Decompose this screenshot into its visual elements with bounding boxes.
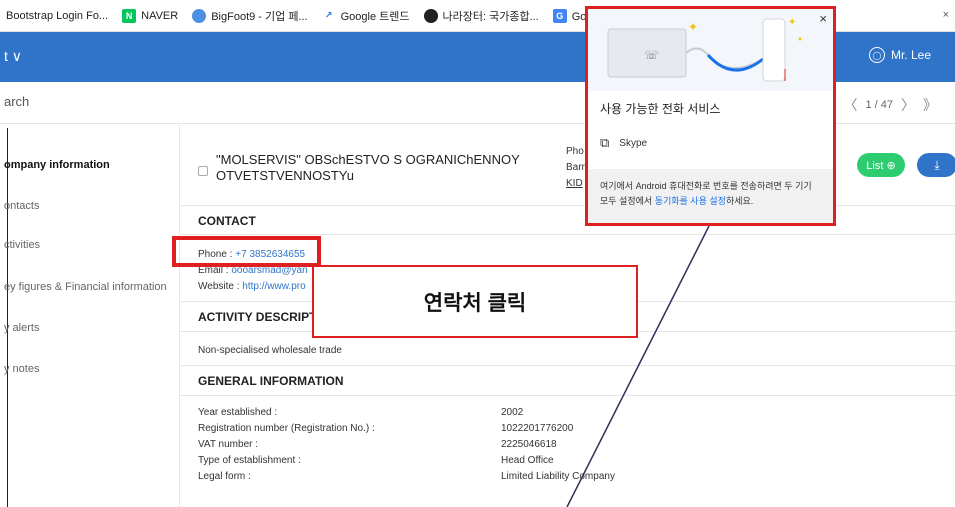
general-value: 1022201776200 — [501, 423, 574, 434]
divider — [181, 395, 955, 396]
header-menu[interactable]: t ∨ — [4, 48, 22, 65]
info-line: Pho — [566, 146, 584, 157]
sidebar-item-company-information[interactable]: ompany information — [4, 159, 110, 171]
popup-footer: 여기에서 Android 휴대전화로 번호를 전송하려면 두 기기 모두 설정에… — [588, 169, 833, 223]
user-name: Mr. Lee — [890, 48, 931, 62]
bookmark-trends[interactable]: ↗ Google 트렌드 — [322, 8, 410, 24]
list-button[interactable]: List ⊕ — [857, 153, 905, 177]
general-value: 2225046618 — [501, 439, 557, 450]
skype-option[interactable]: ⧉ Skype — [600, 135, 647, 151]
general-label: Type of establishment : — [198, 455, 301, 466]
footer-text-end: 하세요. — [725, 196, 754, 206]
phone-highlight-box — [172, 236, 321, 267]
sidebar-item-key-figures[interactable]: ey figures & Financial information — [4, 281, 167, 293]
contact-title: CONTACT — [198, 214, 256, 228]
bookmark-label: NAVER — [141, 9, 179, 22]
general-value: 2002 — [501, 407, 524, 418]
popup-title: 사용 가능한 전화 서비스 — [600, 102, 721, 116]
trends-icon: ↗ — [324, 10, 333, 20]
general-title: GENERAL INFORMATION — [198, 374, 344, 388]
sync-settings-link[interactable]: 동기화를 사용 설정 — [655, 196, 726, 206]
search-input[interactable] — [4, 94, 204, 109]
sidebar: ompany information ontacts ctivities ey … — [0, 125, 180, 507]
bookmark-bootstrap[interactable]: Bootstrap Login Fo... — [6, 10, 108, 22]
company-name: "MOLSERVIS" OBSchESTVO S OGRANIChENNOY O… — [216, 152, 520, 183]
website-line: Website : http://www.pro — [198, 281, 306, 292]
laptop-phone-illustration: ☏ ✦ ✦ — [607, 17, 802, 82]
user-menu[interactable]: ◯ Mr. Lee — [868, 47, 931, 63]
download-button[interactable]: ⤓ — [917, 153, 955, 177]
prev-page-icon[interactable]: 〈 — [843, 95, 857, 115]
general-value: Limited Liability Company — [501, 471, 615, 482]
website-label: Website : — [198, 281, 243, 292]
sidebar-item-activities[interactable]: ctivities — [4, 239, 40, 251]
sidebar-item-notes[interactable]: y notes — [4, 363, 39, 375]
divider — [181, 365, 955, 366]
divider — [181, 205, 955, 206]
info-line[interactable]: KID — [566, 176, 585, 192]
phone-illustration: ☏ ✦ ✦ — [588, 9, 833, 91]
svg-text:✦: ✦ — [788, 17, 796, 28]
general-label: Legal form : — [198, 471, 251, 482]
sidebar-item-alerts[interactable]: y alerts — [4, 322, 39, 334]
general-label: Year established : — [198, 407, 278, 418]
svg-text:☏: ☏ — [644, 48, 659, 62]
bookmark-naver[interactable]: N NAVER — [122, 8, 179, 23]
last-page-icon[interactable]: 》 — [923, 95, 937, 115]
bookmark-nara[interactable]: 나라장터: 국가종합... — [423, 8, 539, 24]
page-indicator: 1 / 47 — [865, 99, 893, 111]
close-icon[interactable]: × — [943, 9, 949, 21]
next-page-icon[interactable]: 〉 — [901, 95, 915, 115]
activity-title: ACTIVITY DESCRIPTIO — [198, 310, 330, 324]
general-label: Registration number (Registration No.) : — [198, 423, 375, 434]
general-value: Head Office — [501, 455, 554, 466]
bookmark-label: Google 트렌드 — [340, 10, 410, 23]
skype-label: Skype — [619, 137, 648, 149]
naver-icon: N — [122, 8, 137, 23]
divider — [181, 234, 955, 235]
download-icon: ⤓ — [934, 157, 940, 172]
nara-icon — [423, 8, 438, 23]
annotation-callout: 연락처 클릭 — [312, 265, 638, 338]
translate-icon: G — [552, 8, 567, 23]
pager: 《 〈 1 / 47 〉 》 — [821, 95, 937, 115]
company-checkbox[interactable] — [198, 166, 208, 176]
bookmark-label: BigFoot9 - 기업 페... — [211, 10, 308, 23]
activity-text: Non-specialised wholesale trade — [198, 345, 342, 356]
close-icon[interactable]: × — [819, 11, 827, 26]
company-info-column: Pho Barr KID — [566, 144, 585, 192]
external-link-icon: ⧉ — [600, 135, 610, 150]
sidebar-item-contacts[interactable]: ontacts — [4, 200, 39, 212]
bigfoot-icon — [192, 8, 207, 23]
user-icon: ◯ — [868, 47, 885, 63]
bookmark-label: Bootstrap Login Fo... — [6, 9, 109, 22]
phone-services-popup: ☏ ✦ ✦ × 사용 가능한 전화 서비스 ⧉ Skype 여기에서 Andro… — [585, 6, 836, 226]
website-link[interactable]: http://www.pro — [242, 281, 305, 292]
general-label: VAT number : — [198, 439, 259, 450]
bookmark-bigfoot[interactable]: BigFoot9 - 기업 페... — [192, 8, 308, 24]
svg-text:✦: ✦ — [688, 20, 698, 34]
info-line: Barr — [566, 162, 585, 173]
bookmark-label: 나라장터: 국가종합... — [442, 10, 539, 23]
